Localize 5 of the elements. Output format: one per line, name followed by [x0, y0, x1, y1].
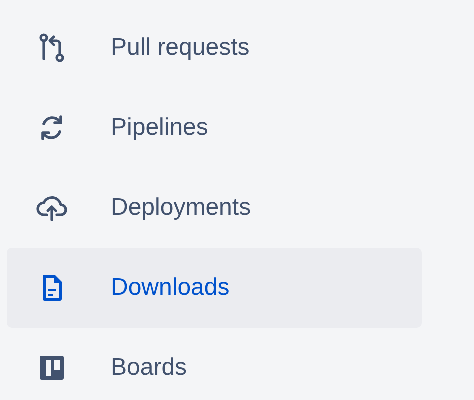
nav-item[interactable]: Pipelines [7, 88, 422, 168]
nav-item[interactable]: Deployments [7, 168, 422, 248]
nav-item[interactable]: Downloads [7, 248, 422, 328]
nav-item[interactable]: Boards [7, 328, 422, 400]
nav-item[interactable]: Pull requests [7, 8, 422, 88]
